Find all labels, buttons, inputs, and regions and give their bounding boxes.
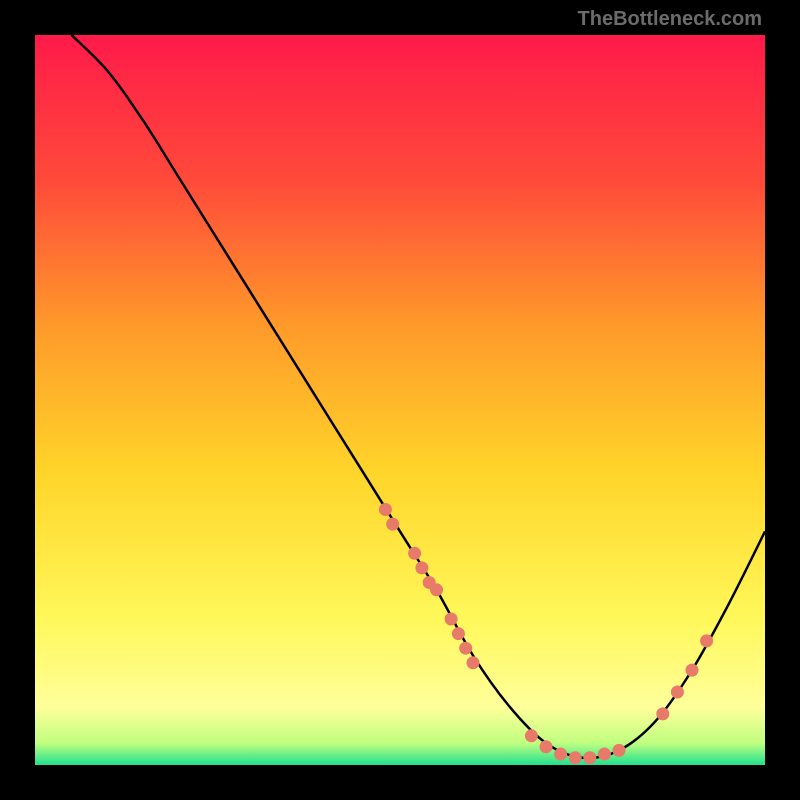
bottleneck-curve [72, 35, 766, 758]
data-point [613, 744, 626, 757]
curve-layer [35, 35, 765, 765]
data-point [569, 751, 582, 764]
data-point [656, 707, 669, 720]
data-point [415, 561, 428, 574]
chart-container: TheBottleneck.com [0, 0, 800, 800]
data-point [525, 729, 538, 742]
data-point [686, 664, 699, 677]
data-point [540, 740, 553, 753]
data-point [671, 686, 684, 699]
data-point [430, 583, 443, 596]
data-point [379, 503, 392, 516]
data-point [445, 613, 458, 626]
data-point [598, 748, 611, 761]
data-point [700, 634, 713, 647]
data-point [554, 748, 567, 761]
data-point [583, 751, 596, 764]
data-point [467, 656, 480, 669]
plot-area [35, 35, 765, 765]
data-point [452, 627, 465, 640]
scatter-points [379, 503, 713, 764]
data-point [386, 518, 399, 531]
data-point [459, 642, 472, 655]
watermark-text: TheBottleneck.com [578, 8, 762, 31]
data-point [408, 547, 421, 560]
